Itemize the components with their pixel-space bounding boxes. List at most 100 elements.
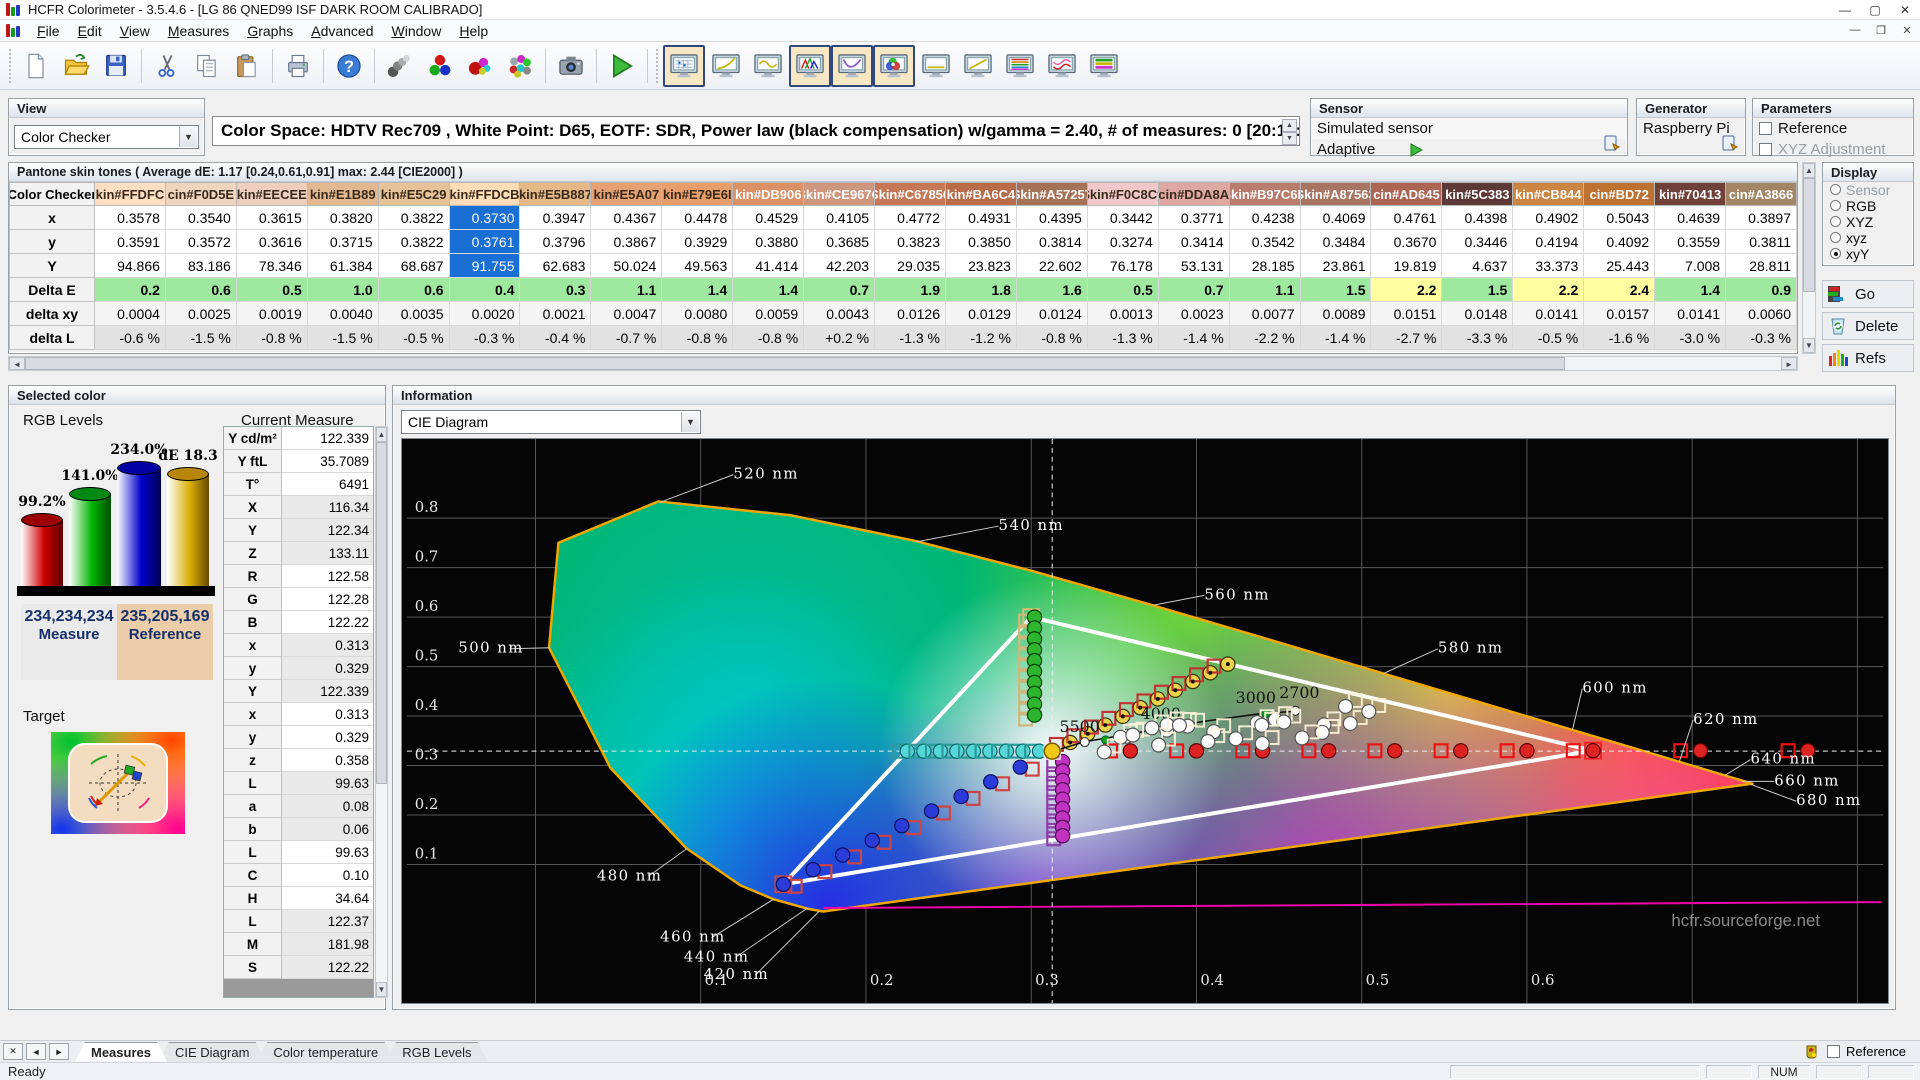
- cell-delta L-12[interactable]: -1.2 %: [945, 326, 1017, 350]
- column-header-16[interactable]: Skin#B97C6D: [1229, 182, 1301, 206]
- display-option-xyy[interactable]: xyY: [1823, 246, 1913, 262]
- cell-delta L-8[interactable]: -0.8 %: [662, 326, 734, 350]
- cell-Y-6[interactable]: 62.683: [520, 254, 592, 278]
- cell-Y-5[interactable]: 91.755: [449, 254, 521, 278]
- cell-Y-18[interactable]: 19.819: [1371, 254, 1443, 278]
- cell-Delta E-11[interactable]: 1.9: [875, 278, 946, 302]
- cell-delta L-21[interactable]: -1.6 %: [1584, 326, 1656, 350]
- mdi-minimize-button[interactable]: —: [1842, 24, 1868, 37]
- cell-delta xy-5[interactable]: 0.0020: [449, 302, 521, 326]
- cell-Y-10[interactable]: 42.203: [804, 254, 876, 278]
- view-selector[interactable]: Color Checker ▼: [14, 125, 199, 149]
- column-header-10[interactable]: Skin#CE967C: [804, 182, 876, 206]
- menu-item-graphs[interactable]: Graphs: [238, 21, 302, 41]
- cell-delta xy-9[interactable]: 0.0059: [733, 302, 805, 326]
- cell-delta xy-3[interactable]: 0.0040: [307, 302, 379, 326]
- cell-x-4[interactable]: 0.3822: [378, 206, 450, 230]
- cell-delta L-15[interactable]: -1.4 %: [1158, 326, 1230, 350]
- graph-color-lines-button[interactable]: [999, 45, 1041, 87]
- measure-row-13[interactable]: y 0.329: [224, 726, 373, 749]
- scroll-left-icon[interactable]: ◄: [9, 357, 25, 370]
- cell-delta xy-8[interactable]: 0.0080: [662, 302, 734, 326]
- cell-delta L-23[interactable]: -0.3 %: [1726, 326, 1797, 350]
- cell-x-15[interactable]: 0.3771: [1158, 206, 1230, 230]
- measure-grayscale-button[interactable]: [380, 46, 420, 86]
- print-button[interactable]: [278, 46, 318, 86]
- start-measures-button[interactable]: [602, 46, 642, 86]
- measure-row-16[interactable]: a 0.08: [224, 795, 373, 818]
- measure-row-14[interactable]: z 0.358: [224, 749, 373, 772]
- cell-Y-2[interactable]: 78.346: [236, 254, 308, 278]
- reference-checkbox[interactable]: [1759, 122, 1772, 135]
- cell-delta xy-7[interactable]: 0.0047: [591, 302, 663, 326]
- cell-Y-15[interactable]: 53.131: [1158, 254, 1230, 278]
- display-option-rgb[interactable]: RGB: [1823, 198, 1913, 214]
- cell-delta L-2[interactable]: -0.8 %: [236, 326, 308, 350]
- cell-y-5[interactable]: 0.3761: [449, 230, 521, 254]
- cell-Delta E-16[interactable]: 1.1: [1229, 278, 1301, 302]
- column-header-23[interactable]: cin#A3866: [1726, 182, 1797, 206]
- snapshot-button[interactable]: [551, 46, 591, 86]
- cell-y-12[interactable]: 0.3850: [945, 230, 1017, 254]
- sensor-config-icon[interactable]: [1603, 135, 1621, 151]
- cell-delta xy-22[interactable]: 0.0141: [1655, 302, 1727, 326]
- cell-Y-17[interactable]: 23.861: [1300, 254, 1372, 278]
- cell-Delta E-2[interactable]: 0.5: [236, 278, 308, 302]
- cell-delta xy-19[interactable]: 0.0148: [1442, 302, 1514, 326]
- cell-Delta E-6[interactable]: 0.3: [520, 278, 592, 302]
- graph-measures-grid-button[interactable]: [663, 44, 705, 87]
- reference-checkbox-row[interactable]: Reference: [1753, 118, 1913, 139]
- measure-row-20[interactable]: H 34.64: [224, 887, 373, 910]
- cell-y-1[interactable]: 0.3572: [165, 230, 237, 254]
- cell-y-10[interactable]: 0.3685: [804, 230, 876, 254]
- measure-row-5[interactable]: Z 133.11: [224, 542, 373, 565]
- measure-row-17[interactable]: b 0.06: [224, 818, 373, 841]
- cell-x-18[interactable]: 0.4761: [1371, 206, 1443, 230]
- measure-table-scrollbar[interactable]: ▲ ▼: [375, 426, 388, 998]
- cell-delta xy-10[interactable]: 0.0043: [804, 302, 876, 326]
- cell-Delta E-15[interactable]: 0.7: [1158, 278, 1230, 302]
- cell-x-17[interactable]: 0.4069: [1300, 206, 1372, 230]
- scroll-up-icon[interactable]: ▲: [376, 427, 387, 442]
- cell-delta xy-15[interactable]: 0.0023: [1158, 302, 1230, 326]
- cell-delta xy-11[interactable]: 0.0126: [875, 302, 946, 326]
- cell-Delta E-13[interactable]: 1.6: [1016, 278, 1088, 302]
- graph-contrast-curve-button[interactable]: [957, 45, 999, 87]
- refs-button[interactable]: Refs: [1822, 344, 1914, 372]
- cell-x-23[interactable]: 0.3897: [1726, 206, 1797, 230]
- cell-x-20[interactable]: 0.4902: [1513, 206, 1585, 230]
- tab-rgb-levels[interactable]: RGB Levels: [386, 1042, 487, 1062]
- column-header-9[interactable]: kin#DB906: [733, 182, 805, 206]
- measure-row-10[interactable]: y 0.329: [224, 657, 373, 680]
- scroll-down-icon[interactable]: ▼: [1803, 338, 1815, 353]
- column-header-22[interactable]: kin#70413: [1655, 182, 1727, 206]
- measure-row-9[interactable]: x 0.313: [224, 634, 373, 657]
- cell-Y-22[interactable]: 7.008: [1655, 254, 1727, 278]
- graph-flat-curve-button[interactable]: [915, 45, 957, 87]
- display-option-xyz[interactable]: XYZ: [1823, 214, 1913, 230]
- cell-x-6[interactable]: 0.3947: [520, 206, 592, 230]
- cell-Y-1[interactable]: 83.186: [165, 254, 237, 278]
- measure-row-7[interactable]: G 122.28: [224, 588, 373, 611]
- graph-saturation-curves-button[interactable]: [1041, 45, 1083, 87]
- cell-delta xy-14[interactable]: 0.0013: [1087, 302, 1159, 326]
- menu-item-help[interactable]: Help: [450, 21, 497, 41]
- reference-bottom-checkbox-row[interactable]: Reference: [1827, 1044, 1906, 1059]
- cell-y-13[interactable]: 0.3814: [1016, 230, 1088, 254]
- tab-next-button[interactable]: ►: [49, 1043, 69, 1060]
- graph-rgb-histogram-button[interactable]: [789, 44, 831, 87]
- column-header-3[interactable]: kin#E1B89: [307, 182, 379, 206]
- cell-Y-11[interactable]: 29.035: [875, 254, 946, 278]
- cell-delta L-16[interactable]: -2.2 %: [1229, 326, 1301, 350]
- measure-row-4[interactable]: Y 122.34: [224, 519, 373, 542]
- measure-color-checker-button[interactable]: [500, 46, 540, 86]
- cell-Y-9[interactable]: 41.414: [733, 254, 805, 278]
- measure-row-22[interactable]: M 181.98: [224, 933, 373, 956]
- measure-row-0[interactable]: Y cd/m² 122.339: [224, 427, 373, 450]
- cell-x-10[interactable]: 0.4105: [804, 206, 876, 230]
- cell-Y-23[interactable]: 28.811: [1726, 254, 1797, 278]
- cell-Delta E-8[interactable]: 1.4: [662, 278, 734, 302]
- cell-delta xy-12[interactable]: 0.0129: [945, 302, 1017, 326]
- cell-delta L-20[interactable]: -0.5 %: [1513, 326, 1585, 350]
- cell-y-15[interactable]: 0.3414: [1158, 230, 1230, 254]
